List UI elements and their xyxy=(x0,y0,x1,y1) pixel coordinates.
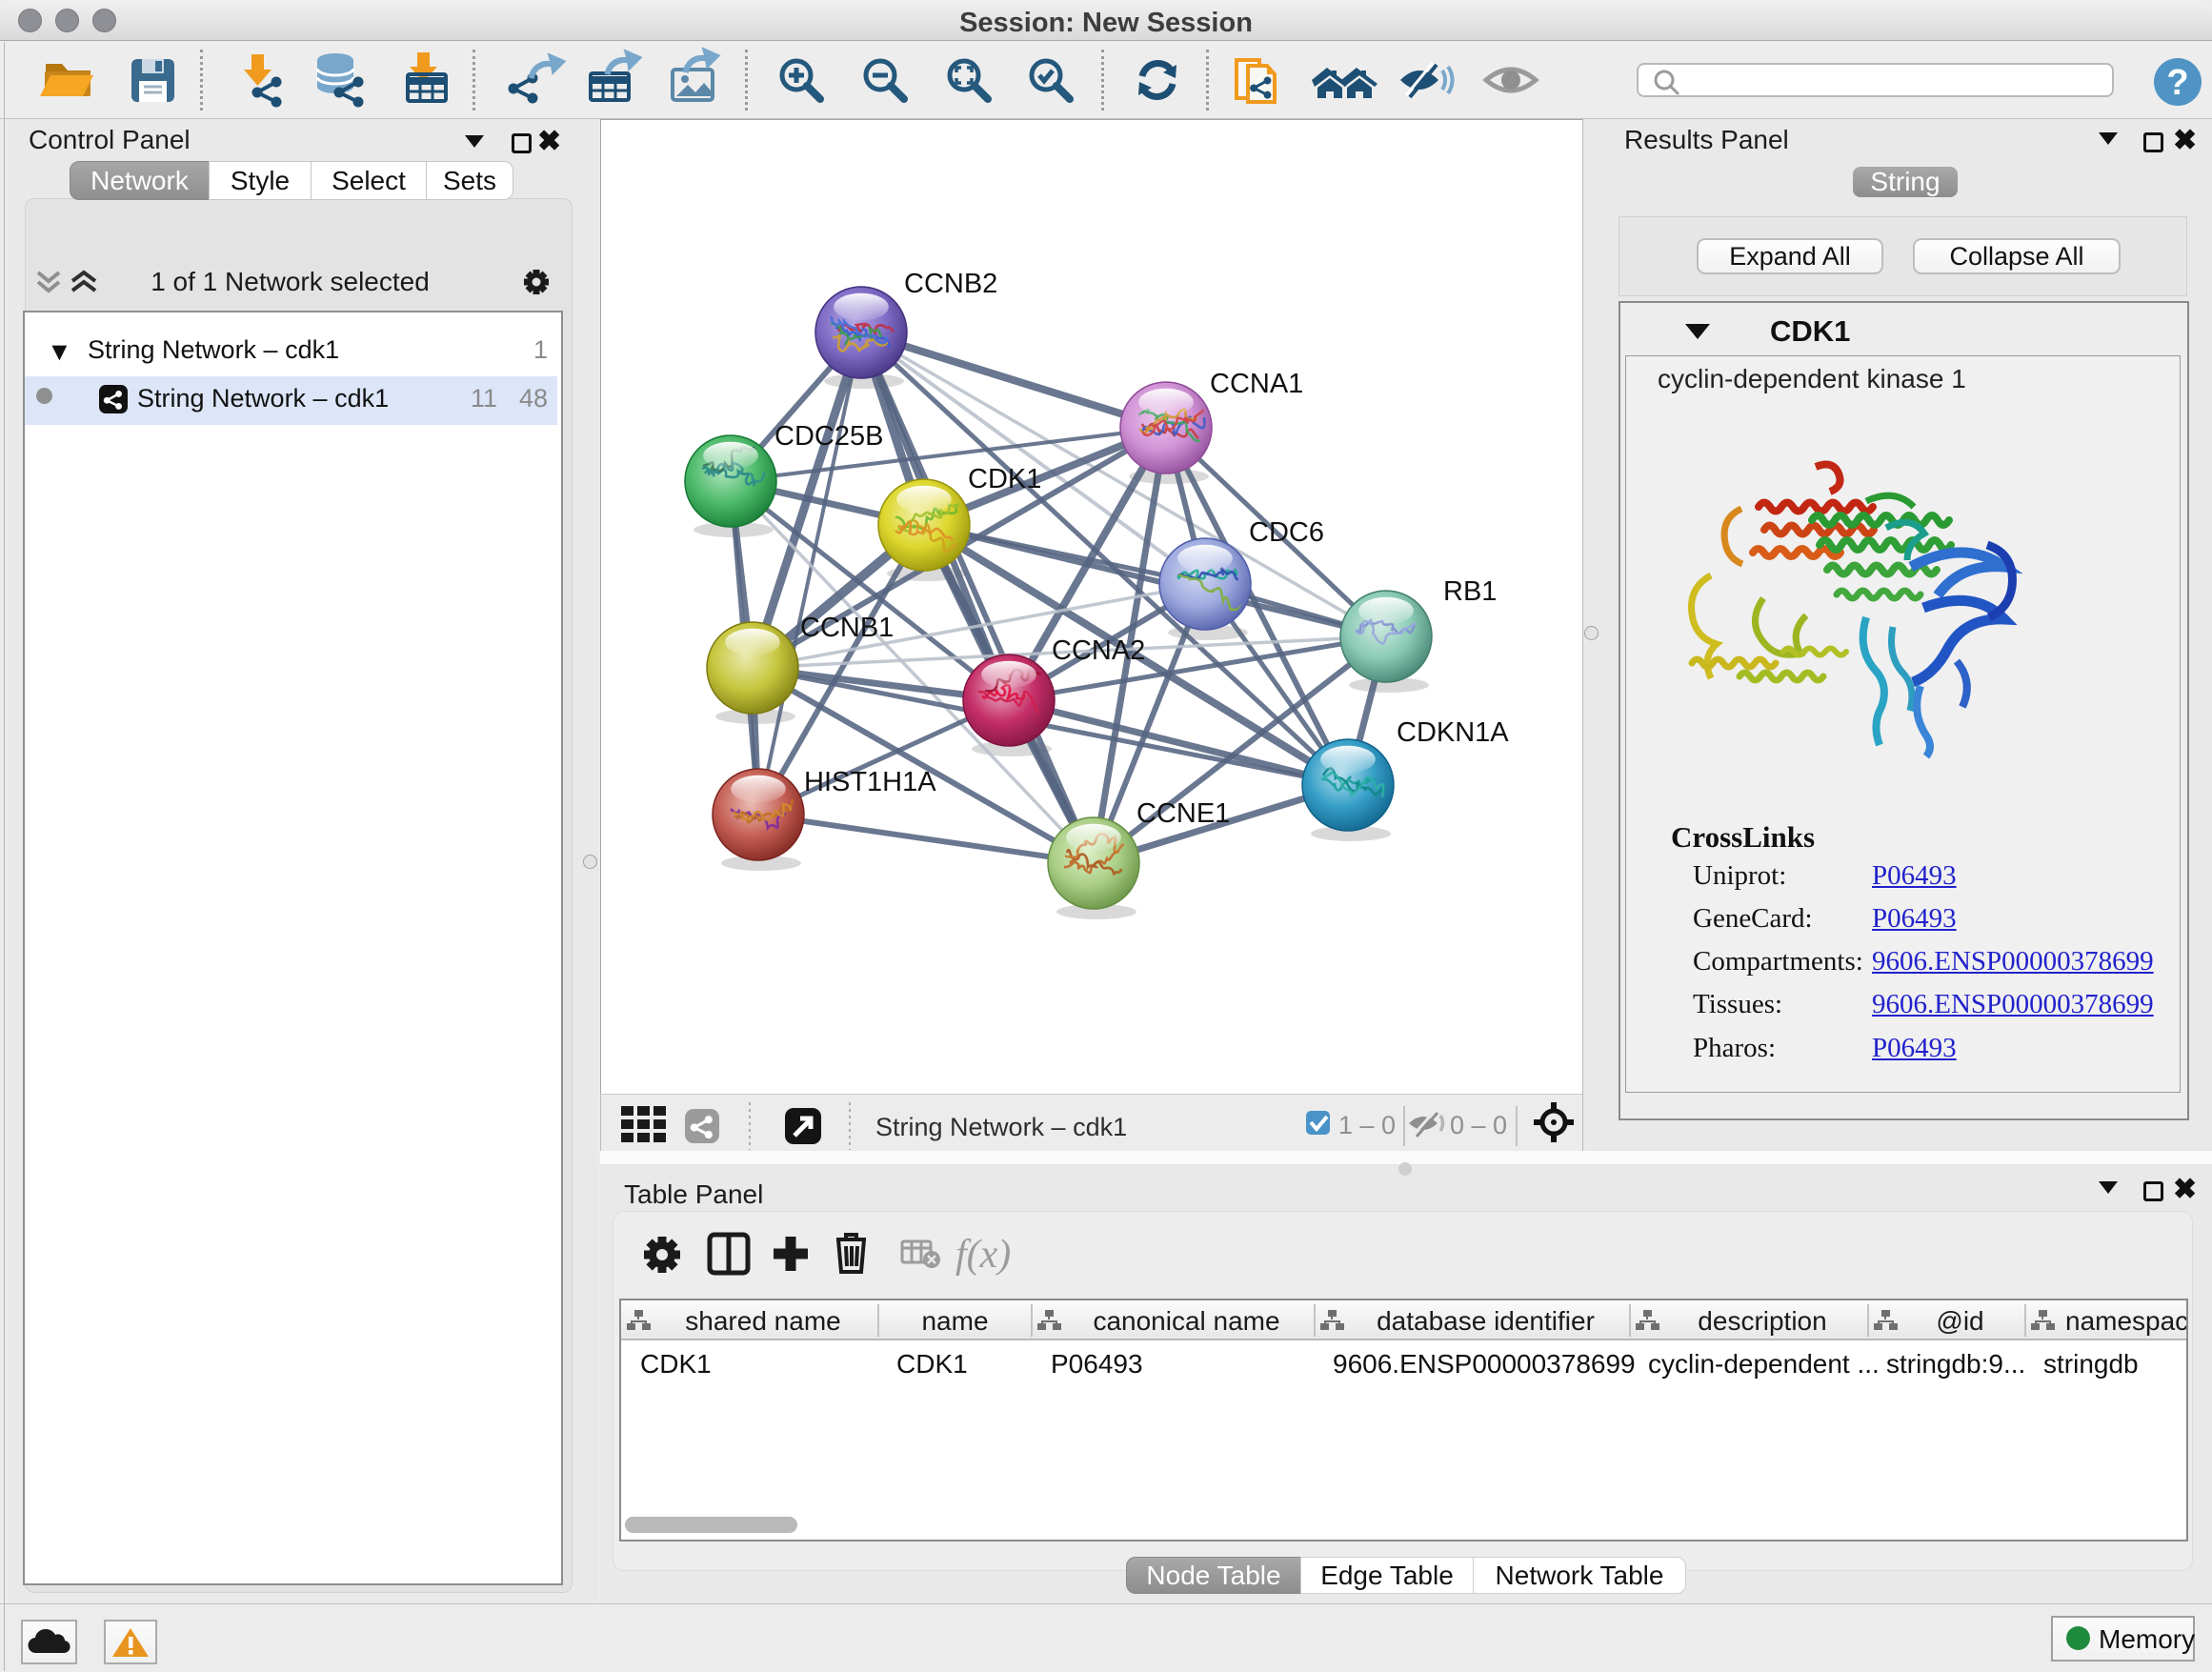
svg-text:CCNE1: CCNE1 xyxy=(1136,798,1230,829)
svg-text:@id: @id xyxy=(1936,1306,1983,1336)
svg-text:0 – 0: 0 – 0 xyxy=(1450,1111,1507,1139)
svg-text:namespace: namespace xyxy=(2065,1306,2186,1336)
svg-text:String Network – cdk1: String Network – cdk1 xyxy=(875,1113,1127,1141)
svg-text:description: description xyxy=(1698,1306,1826,1336)
svg-text:?: ? xyxy=(2166,63,2188,103)
svg-text:database identifier: database identifier xyxy=(1377,1306,1595,1336)
svg-text:1 – 0: 1 – 0 xyxy=(1338,1111,1396,1139)
svg-text:shared name: shared name xyxy=(685,1306,840,1336)
svg-text:canonical name: canonical name xyxy=(1093,1306,1279,1336)
svg-text:CCNB2: CCNB2 xyxy=(904,269,997,299)
svg-text:name: name xyxy=(921,1306,988,1336)
svg-text:CDC6: CDC6 xyxy=(1249,517,1324,548)
svg-text:CDC25B: CDC25B xyxy=(774,421,883,452)
svg-text:CDK1: CDK1 xyxy=(968,464,1041,494)
svg-text:CCNA2: CCNA2 xyxy=(1052,635,1145,666)
svg-text:RB1: RB1 xyxy=(1443,576,1497,607)
svg-text:CCNA1: CCNA1 xyxy=(1210,369,1303,399)
svg-text:CCNB1: CCNB1 xyxy=(800,613,894,643)
svg-text:HIST1H1A: HIST1H1A xyxy=(804,767,936,797)
svg-text:CDKN1A: CDKN1A xyxy=(1397,717,1509,748)
svg-text:f(x): f(x) xyxy=(955,1233,1011,1277)
